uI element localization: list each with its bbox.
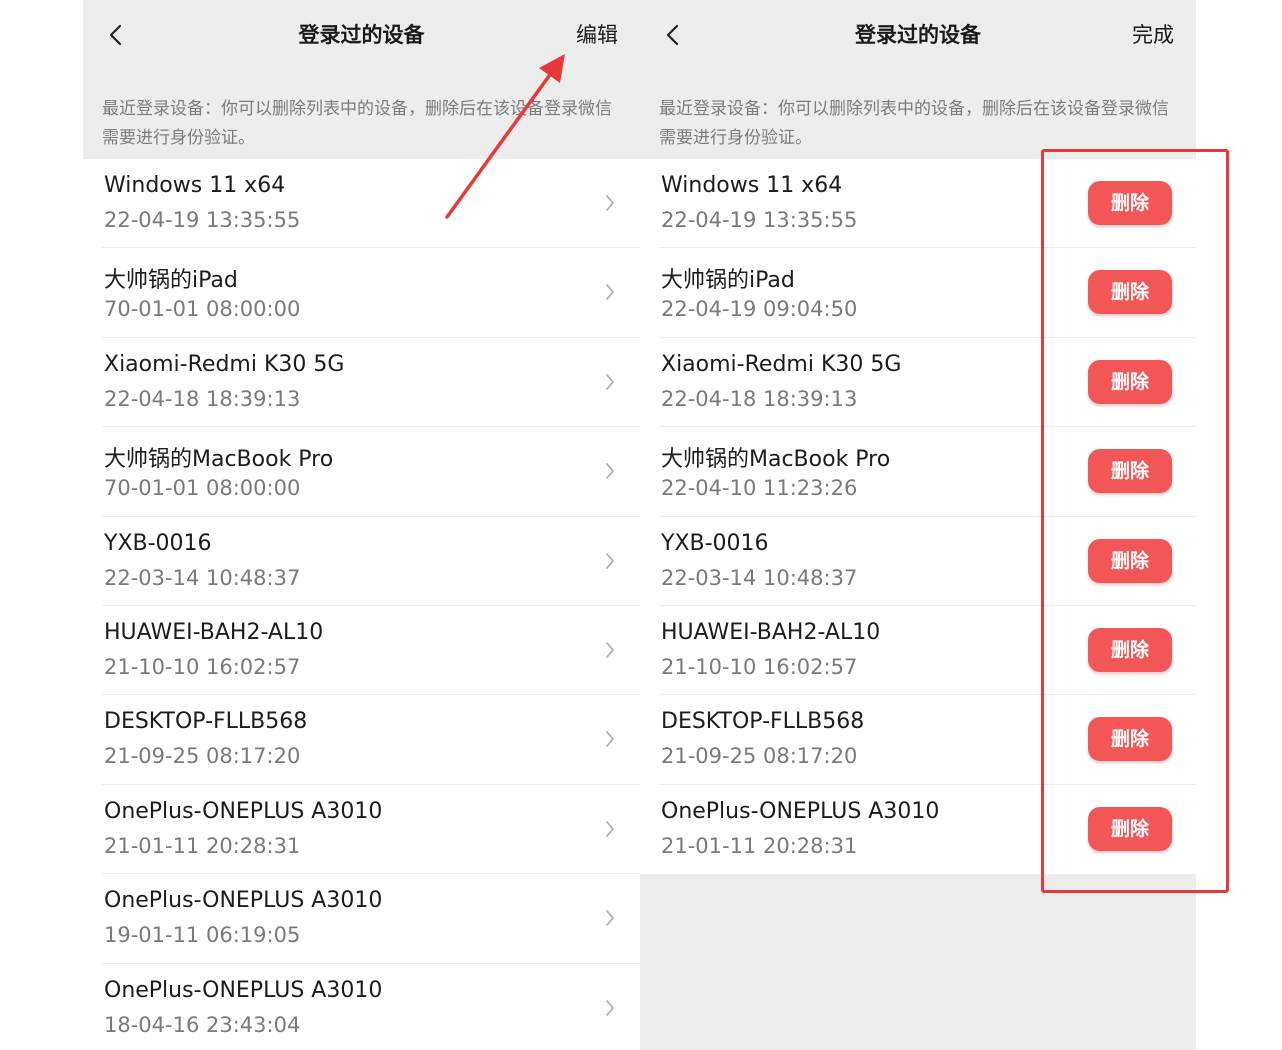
device-name: 大帅锅的MacBook Pro	[661, 447, 891, 473]
device-login-time: 21-09-25 08:17:20	[104, 744, 301, 769]
device-row[interactable]: YXB-0016 22-03-14 10:48:37	[83, 517, 640, 607]
device-login-time: 22-04-18 18:39:13	[661, 386, 858, 411]
delete-button[interactable]: 删除	[1088, 359, 1172, 404]
device-login-time: 22-04-10 11:23:26	[661, 476, 858, 501]
device-row[interactable]: OnePlus-ONEPLUS A3010 18-04-16 23:43:04	[83, 964, 640, 1050]
device-row[interactable]: HUAWEI-BAH2-AL10 21-10-10 16:02:57 删除	[640, 606, 1196, 696]
device-login-time: 21-01-11 20:28:31	[661, 833, 858, 858]
edit-button[interactable]: 编辑	[576, 19, 618, 49]
delete-button[interactable]: 删除	[1088, 181, 1172, 225]
device-row[interactable]: DESKTOP-FLLB568 21-09-25 08:17:20	[83, 695, 640, 786]
device-row[interactable]: 大帅锅的iPad 22-04-19 09:04:50 删除	[640, 248, 1196, 339]
device-row[interactable]: OnePlus-ONEPLUS A3010 21-01-11 20:28:31	[83, 785, 640, 875]
navigation-bar: 登录过的设备 编辑	[83, 0, 640, 70]
device-row[interactable]: Windows 11 x64 22-04-19 13:35:55	[83, 159, 640, 249]
device-name: YXB-0016	[661, 530, 769, 556]
device-name: OnePlus-ONEPLUS A3010	[661, 798, 940, 824]
device-login-time: 18-04-16 23:43:04	[104, 1012, 301, 1037]
delete-button[interactable]: 删除	[1088, 449, 1172, 494]
page-title: 登录过的设备	[298, 23, 425, 47]
chevron-right-icon	[606, 463, 614, 480]
device-name: YXB-0016	[104, 530, 212, 556]
chevron-right-icon	[606, 373, 614, 390]
device-login-time: 22-03-14 10:48:37	[661, 565, 858, 590]
device-name: OnePlus-ONEPLUS A3010	[104, 888, 383, 914]
device-row[interactable]: 大帅锅的MacBook Pro 70-01-01 08:00:00	[83, 427, 640, 517]
done-button[interactable]: 完成	[1132, 19, 1174, 49]
device-row[interactable]: Xiaomi-Redmi K30 5G 22-04-18 18:39:13 删除	[640, 338, 1196, 428]
device-name: 大帅锅的iPad	[104, 268, 238, 294]
device-login-time: 70-01-01 08:00:00	[104, 297, 301, 322]
chevron-right-icon	[606, 910, 614, 927]
chevron-right-icon	[606, 731, 614, 748]
chevron-right-icon	[606, 999, 614, 1016]
device-name: 大帅锅的MacBook Pro	[104, 447, 334, 473]
device-list-panel-edit: 登录过的设备 完成 最近登录设备：你可以删除列表中的设备，删除后在该设备登录微信…	[640, 0, 1196, 1050]
chevron-right-icon	[606, 820, 614, 837]
delete-button[interactable]: 删除	[1088, 538, 1172, 583]
device-name: DESKTOP-FLLB568	[661, 709, 865, 735]
device-login-time: 19-01-11 06:19:05	[104, 923, 301, 948]
device-list-panel-view: 登录过的设备 编辑 最近登录设备：你可以删除列表中的设备，删除后在该设备登录微信…	[83, 0, 640, 1050]
device-name: 大帅锅的iPad	[661, 268, 795, 294]
navigation-bar: 登录过的设备 完成	[640, 0, 1196, 70]
device-login-time: 70-01-01 08:00:00	[104, 476, 301, 501]
device-row[interactable]: 大帅锅的iPad 70-01-01 08:00:00	[83, 248, 640, 339]
device-name: Xiaomi-Redmi K30 5G	[661, 351, 902, 377]
device-login-time: 21-10-10 16:02:57	[661, 654, 858, 679]
device-login-time: 21-01-11 20:28:31	[104, 833, 301, 858]
device-name: OnePlus-ONEPLUS A3010	[104, 977, 383, 1003]
device-list: Windows 11 x64 22-04-19 13:35:55 删除 大帅锅的iPa…	[640, 159, 1196, 875]
delete-button[interactable]: 删除	[1088, 627, 1172, 672]
device-name: DESKTOP-FLLB568	[104, 709, 308, 735]
device-login-time: 21-10-10 16:02:57	[104, 654, 301, 679]
device-row[interactable]: Windows 11 x64 22-04-19 13:35:55 删除	[640, 159, 1196, 249]
device-login-time: 22-04-19 13:35:55	[104, 208, 301, 232]
device-name: OnePlus-ONEPLUS A3010	[104, 798, 383, 824]
device-name: Windows 11 x64	[104, 173, 286, 198]
info-text: 最近登录设备：你可以删除列表中的设备，删除后在该设备登录微信需要进行身份验证。	[659, 99, 1169, 148]
device-name: HUAWEI-BAH2-AL10	[104, 619, 324, 645]
device-name: Windows 11 x64	[661, 173, 843, 198]
delete-button[interactable]: 删除	[1088, 806, 1172, 851]
info-text: 最近登录设备：你可以删除列表中的设备，删除后在该设备登录微信需要进行身份验证。	[102, 99, 612, 148]
device-login-time: 21-09-25 08:17:20	[661, 744, 858, 769]
chevron-right-icon	[606, 552, 614, 569]
page-title: 登录过的设备	[855, 23, 981, 47]
device-login-time: 22-04-19 09:04:50	[661, 297, 858, 322]
chevron-left-icon[interactable]	[105, 23, 129, 47]
device-login-time: 22-03-14 10:48:37	[104, 565, 301, 590]
device-row[interactable]: HUAWEI-BAH2-AL10 21-10-10 16:02:57	[83, 606, 640, 696]
device-row[interactable]: OnePlus-ONEPLUS A3010 21-01-11 20:28:31 删除	[640, 785, 1196, 874]
device-row[interactable]: Xiaomi-Redmi K30 5G 22-04-18 18:39:13	[83, 338, 640, 428]
device-login-time: 22-04-18 18:39:13	[104, 386, 301, 411]
chevron-right-icon	[606, 284, 614, 301]
device-row[interactable]: 大帅锅的MacBook Pro 22-04-10 11:23:26 删除	[640, 427, 1196, 517]
device-row[interactable]: YXB-0016 22-03-14 10:48:37 删除	[640, 517, 1196, 607]
device-row[interactable]: OnePlus-ONEPLUS A3010 19-01-11 06:19:05	[83, 874, 640, 964]
chevron-right-icon	[606, 195, 614, 211]
device-list: Windows 11 x64 22-04-19 13:35:55 大帅锅的iPad 7…	[83, 159, 640, 1050]
chevron-left-icon[interactable]	[662, 23, 686, 47]
chevron-right-icon	[606, 642, 614, 658]
device-name: Xiaomi-Redmi K30 5G	[104, 351, 345, 377]
delete-button[interactable]: 删除	[1088, 717, 1172, 762]
delete-button[interactable]: 删除	[1088, 270, 1172, 315]
device-name: HUAWEI-BAH2-AL10	[661, 619, 881, 645]
device-row[interactable]: DESKTOP-FLLB568 21-09-25 08:17:20 删除	[640, 695, 1196, 786]
device-login-time: 22-04-19 13:35:55	[661, 208, 858, 232]
